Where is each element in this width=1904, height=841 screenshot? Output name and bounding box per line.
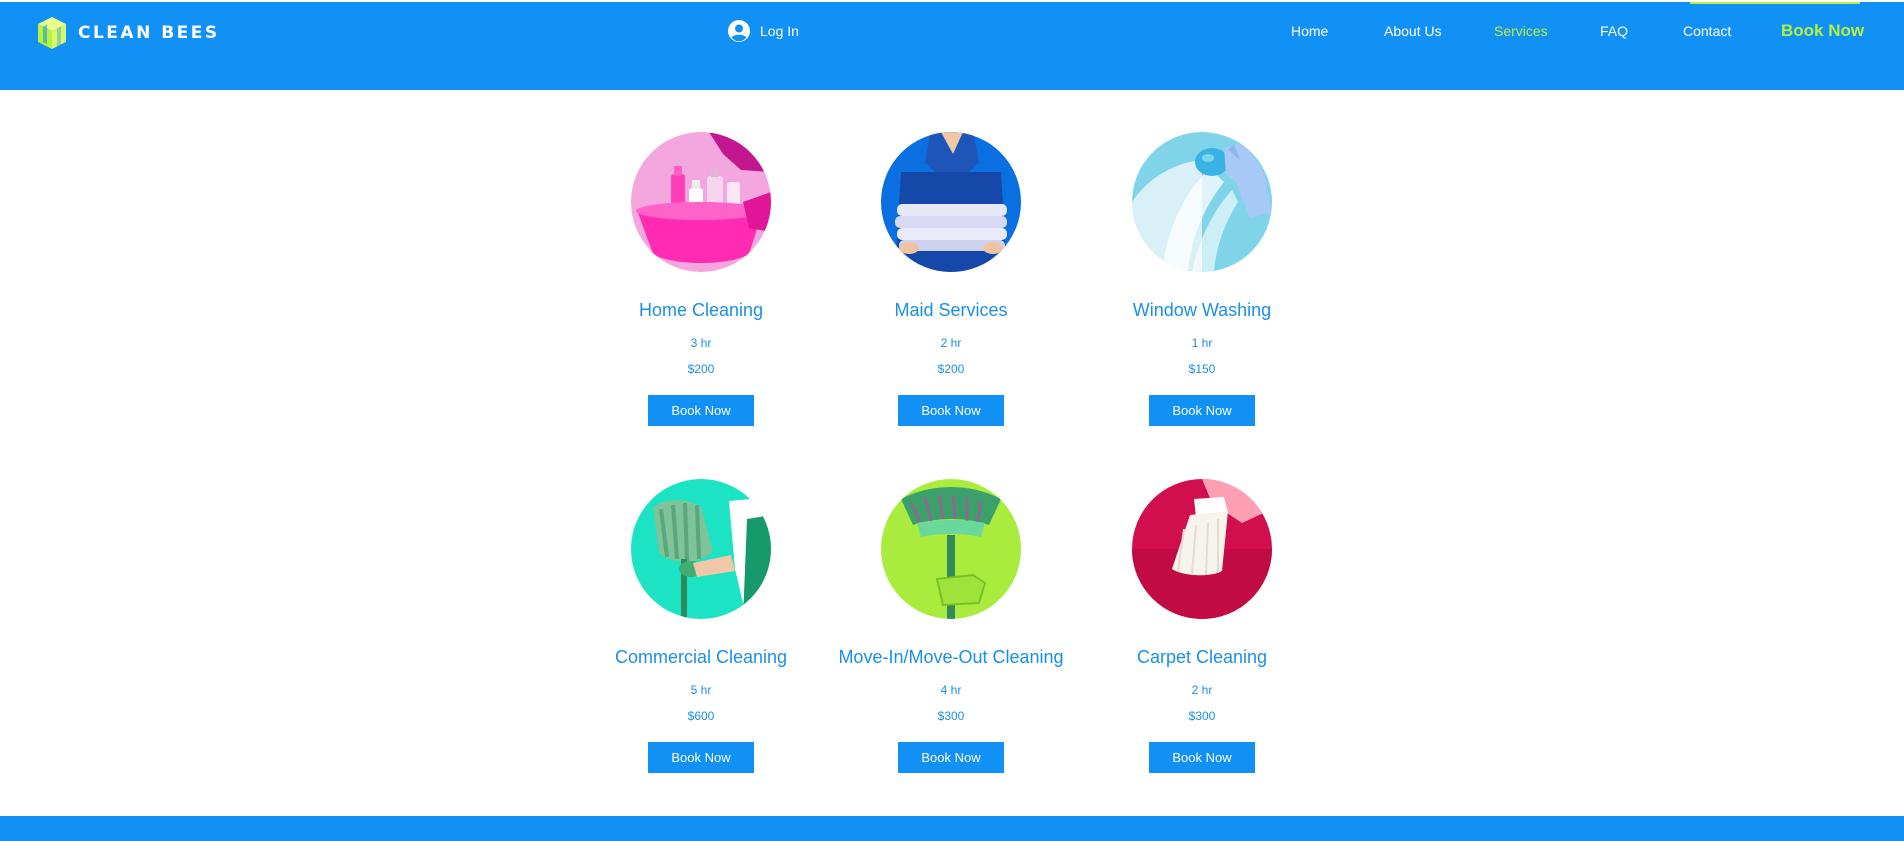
header-book-now-button[interactable]: Book Now	[1781, 21, 1864, 41]
service-title[interactable]: Carpet Cleaning	[1137, 647, 1267, 668]
book-now-button[interactable]: Book Now	[1149, 742, 1255, 773]
cleaning-supplies-bucket-icon	[631, 132, 771, 272]
nav-item-services[interactable]: Services	[1494, 23, 1548, 39]
service-duration: 3 hr	[690, 336, 712, 350]
book-now-button[interactable]: Book Now	[1149, 395, 1255, 426]
service-title[interactable]: Commercial Cleaning	[615, 647, 787, 668]
service-price: $600	[687, 709, 715, 723]
service-duration: 1 hr	[1191, 336, 1213, 350]
book-now-button[interactable]: Book Now	[898, 742, 1004, 773]
book-now-button[interactable]: Book Now	[648, 395, 754, 426]
service-duration: 5 hr	[690, 683, 712, 697]
book-now-button[interactable]: Book Now	[648, 742, 754, 773]
carpet-brush-icon	[1132, 479, 1272, 619]
service-card-carpet-cleaning: Carpet Cleaning 2 hr $300 Book Now	[1077, 479, 1327, 773]
broom-icon	[881, 479, 1021, 619]
service-price: $150	[1188, 362, 1216, 376]
service-card-commercial-cleaning: Commercial Cleaning 5 hr $600 Book Now	[576, 479, 826, 773]
service-title[interactable]: Maid Services	[894, 300, 1007, 321]
nav-item-faq[interactable]: FAQ	[1600, 23, 1628, 39]
header-accent-line	[1690, 2, 1860, 4]
service-image-maid-services[interactable]	[881, 132, 1021, 272]
nav-item-about-us[interactable]: About Us	[1384, 23, 1442, 39]
service-duration: 2 hr	[940, 336, 962, 350]
service-image-move-in-move-out[interactable]	[881, 479, 1021, 619]
service-card-move-in-move-out-cleaning: Move-In/Move-Out Cleaning 4 hr $300 Book…	[826, 479, 1076, 773]
nav-item-home[interactable]: Home	[1291, 23, 1328, 39]
service-duration: 4 hr	[940, 683, 962, 697]
main-nav: Home About Us Services FAQ Contact Book …	[0, 21, 1904, 43]
sponge-on-window-icon	[1132, 132, 1272, 272]
service-card-maid-services: Maid Services 2 hr $200 Book Now	[826, 132, 1076, 426]
nav-item-contact[interactable]: Contact	[1683, 23, 1731, 39]
folded-towels-icon	[881, 132, 1021, 272]
service-title[interactable]: Home Cleaning	[639, 300, 763, 321]
service-price: $300	[1188, 709, 1216, 723]
footer-band	[0, 816, 1904, 841]
service-title[interactable]: Move-In/Move-Out Cleaning	[838, 647, 1063, 668]
service-duration: 2 hr	[1191, 683, 1213, 697]
service-card-home-cleaning: Home Cleaning 3 hr $200 Book Now	[576, 132, 826, 426]
service-image-home-cleaning[interactable]	[631, 132, 771, 272]
service-card-window-washing: Window Washing 1 hr $150 Book Now	[1077, 132, 1327, 426]
service-image-commercial-cleaning[interactable]	[631, 479, 771, 619]
book-now-button[interactable]: Book Now	[898, 395, 1004, 426]
service-image-carpet-cleaning[interactable]	[1132, 479, 1272, 619]
site-header: CLEAN BEES Log In Home About Us Services…	[0, 2, 1904, 90]
service-price: $200	[687, 362, 715, 376]
service-image-window-washing[interactable]	[1132, 132, 1272, 272]
service-price: $300	[937, 709, 965, 723]
mop-icon	[631, 479, 771, 619]
service-price: $200	[937, 362, 965, 376]
service-title[interactable]: Window Washing	[1133, 300, 1271, 321]
